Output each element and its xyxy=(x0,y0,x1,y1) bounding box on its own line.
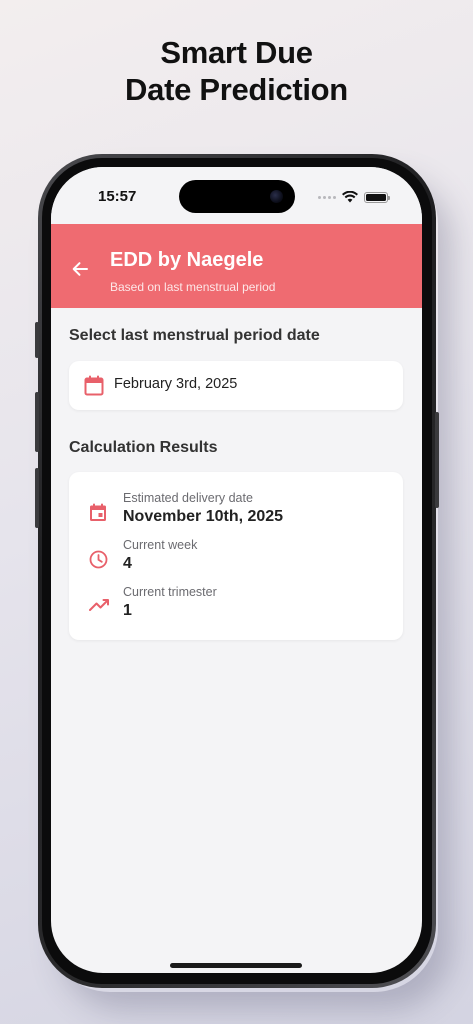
result-value: 4 xyxy=(123,555,132,572)
battery-icon xyxy=(364,191,390,203)
status-icons xyxy=(318,191,390,203)
page-title: EDD by Naegele xyxy=(110,249,264,271)
result-row-delivery-date: Estimated delivery date November 10th, 2… xyxy=(69,491,403,535)
lmp-date-picker[interactable]: February 3rd, 2025 xyxy=(69,361,403,410)
phone-screen: 15:57 EDD by Naegele Based on last menst… xyxy=(51,167,422,973)
promo-headline-line1: Smart Due xyxy=(160,35,313,70)
clock-icon xyxy=(89,550,108,569)
result-row-current-week: Current week 4 xyxy=(69,538,403,582)
result-label: Current week xyxy=(123,538,198,552)
status-bar: 15:57 xyxy=(51,167,422,224)
status-time: 15:57 xyxy=(98,188,137,205)
trending-up-icon xyxy=(89,599,109,611)
result-label: Estimated delivery date xyxy=(123,491,253,505)
signal-dots-icon xyxy=(318,195,336,199)
results-section-label: Calculation Results xyxy=(69,439,218,456)
app-bar: EDD by Naegele Based on last menstrual p… xyxy=(51,224,422,308)
result-row-trimester: Current trimester 1 xyxy=(69,585,403,629)
promo-headline: Smart Due Date Prediction xyxy=(0,34,473,108)
result-label: Current trimester xyxy=(123,585,217,599)
arrow-left-icon xyxy=(72,262,88,276)
wifi-icon xyxy=(342,191,358,203)
results-card: Estimated delivery date November 10th, 2… xyxy=(69,472,403,640)
back-button[interactable] xyxy=(69,258,91,280)
camera-icon xyxy=(270,190,283,203)
promo-headline-line2: Date Prediction xyxy=(125,72,348,107)
volume-up-button xyxy=(35,392,39,452)
event-icon xyxy=(90,503,106,521)
power-button xyxy=(435,412,439,508)
result-value: November 10th, 2025 xyxy=(123,508,284,525)
result-value: 1 xyxy=(123,602,132,619)
page-subtitle: Based on last menstrual period xyxy=(110,280,276,294)
action-button xyxy=(35,322,39,358)
volume-down-button xyxy=(35,468,39,528)
lmp-date-value: February 3rd, 2025 xyxy=(114,376,238,392)
calendar-icon xyxy=(84,375,104,396)
lmp-section-label: Select last menstrual period date xyxy=(69,327,320,344)
home-indicator[interactable] xyxy=(170,963,302,968)
dynamic-island xyxy=(179,180,295,213)
